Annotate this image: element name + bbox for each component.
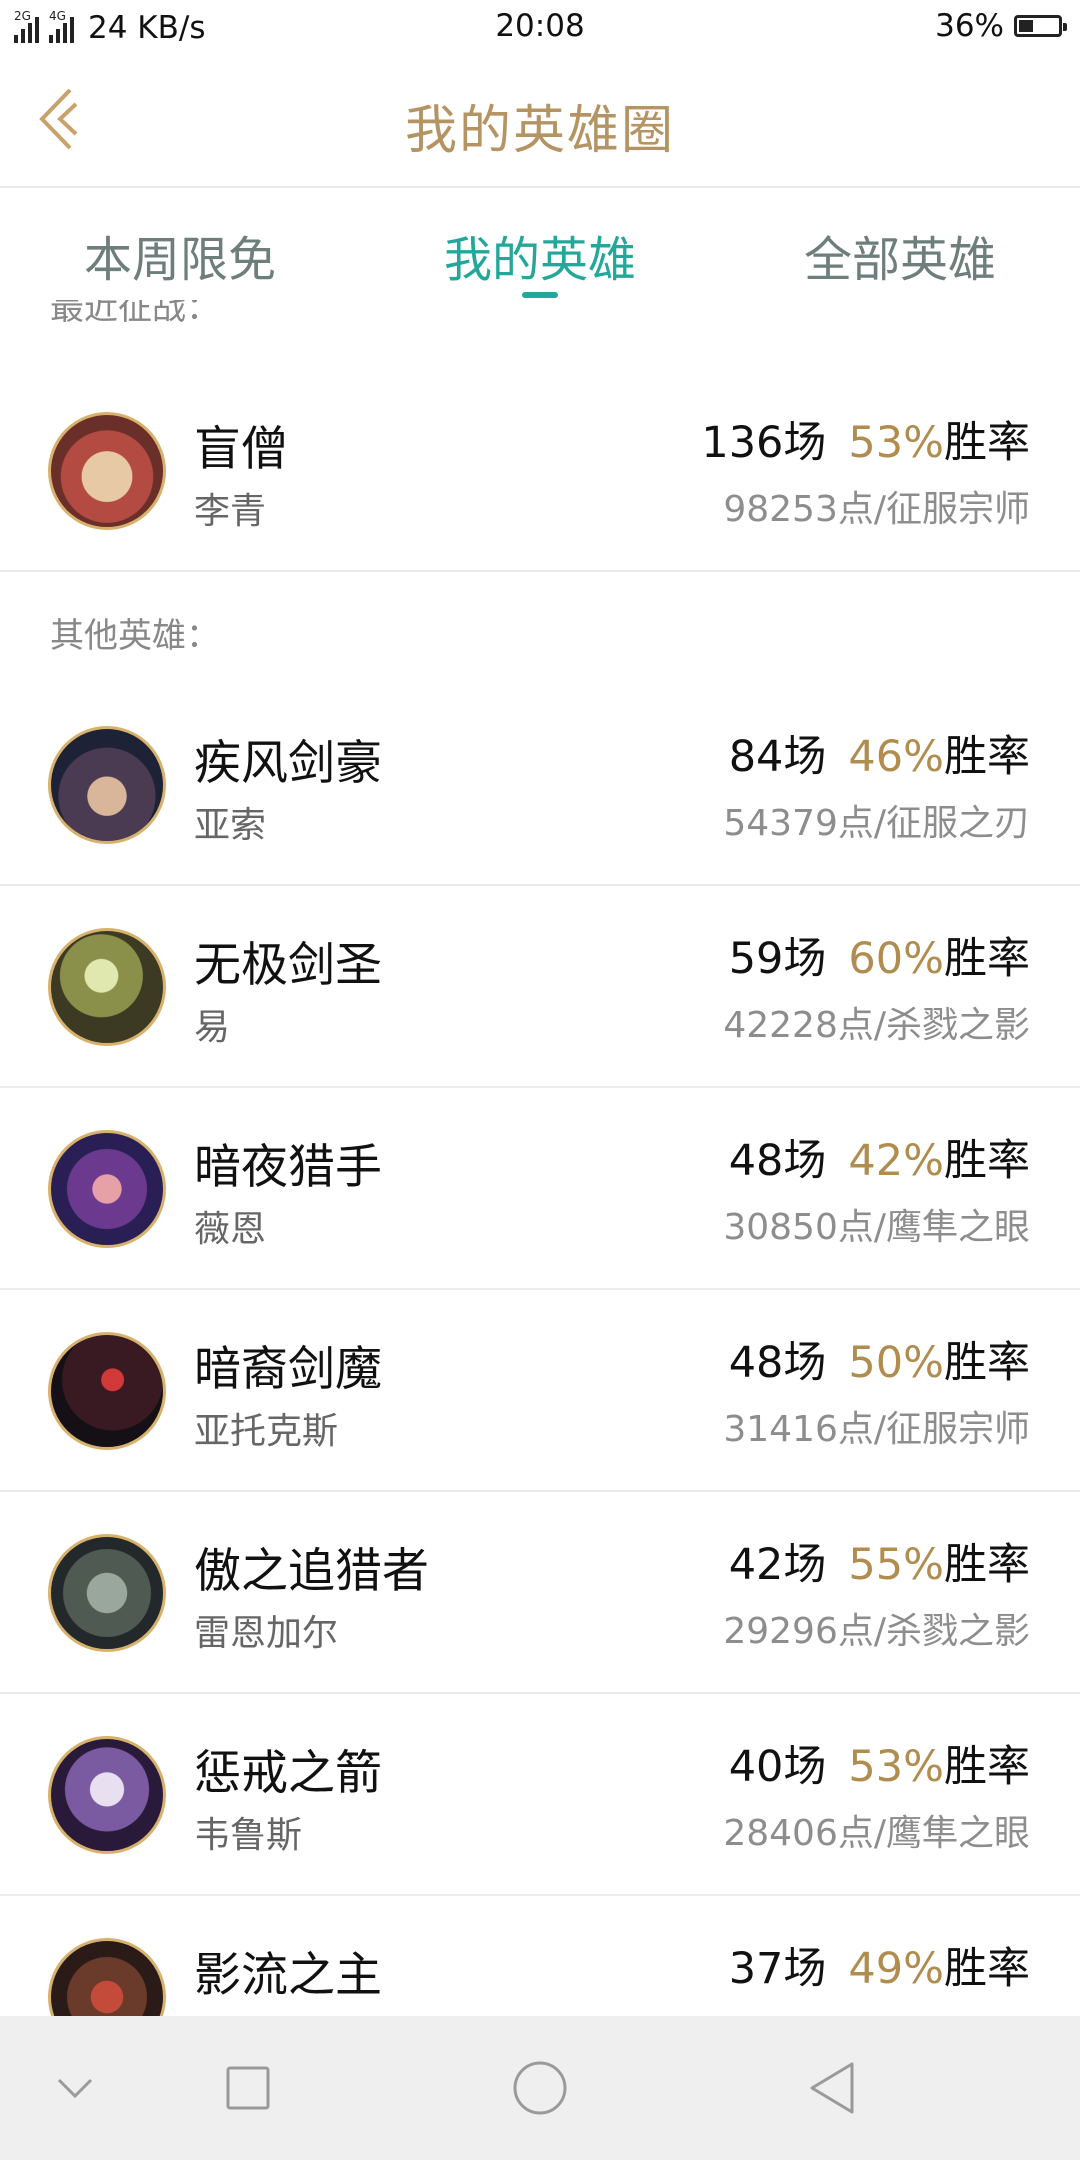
list-item[interactable]: 影流之主 37场 49%胜率 [0, 1896, 1080, 2016]
hero-name: 傲之追猎者 [194, 1544, 429, 1599]
list-item[interactable]: 傲之追猎者 雷恩加尔 42场 55%胜率 29296点/杀戮之影 [0, 1492, 1080, 1694]
nav-hide-button[interactable] [30, 2016, 120, 2160]
list-item[interactable]: 暗夜猎手 薇恩 48场 42%胜率 30850点/鹰隼之眼 [0, 1088, 1080, 1290]
list-item[interactable]: 惩戒之箭 韦鲁斯 40场 53%胜率 28406点/鹰隼之眼 [0, 1694, 1080, 1896]
battery-icon [1014, 15, 1067, 37]
win-percent: 53% [848, 1742, 944, 1792]
hero-name: 暗夜猎手 [194, 1140, 382, 1195]
hero-list-scroll[interactable]: 最近征战： 盲僧 李青 136场 53%胜率 98253点/征服宗师 其他英雄： … [0, 300, 1080, 2016]
tab-label: 全部英雄 [803, 232, 996, 288]
win-percent: 42% [848, 1136, 944, 1186]
win-rate-label: 胜率 [944, 1540, 1030, 1590]
hero-avatar [48, 928, 166, 1046]
hero-points: 42228点/杀戮之影 [723, 1005, 1030, 1046]
hero-avatar [48, 1130, 166, 1248]
chevron-down-icon [57, 2078, 93, 2099]
hero-subname: 李青 [194, 491, 267, 532]
hero-avatar [48, 412, 166, 530]
circle-icon [513, 2061, 567, 2115]
tab-bar: 本周限免 我的英雄 全部英雄 [0, 188, 1080, 300]
win-percent: 50% [848, 1338, 944, 1388]
app-header: 我的英雄圈 [0, 56, 1080, 188]
hero-avatar [48, 1534, 166, 1652]
games-count: 136场 [701, 418, 827, 468]
hero-name: 疾风剑豪 [194, 736, 382, 791]
clock: 20:08 [495, 8, 585, 44]
tab-label: 本周限免 [83, 232, 276, 288]
hero-points: 31416点/征服宗师 [723, 1409, 1030, 1450]
games-count: 42场 [728, 1540, 827, 1590]
hero-name: 无极剑圣 [194, 938, 382, 993]
games-count: 48场 [728, 1136, 827, 1186]
hero-stats: 42场 55%胜率 [729, 1530, 1030, 1592]
hero-points: 54379点/征服之刃 [723, 803, 1030, 844]
hero-name: 暗裔剑魔 [194, 1342, 382, 1397]
win-rate-label: 胜率 [944, 732, 1030, 782]
tab-label: 我的英雄 [443, 232, 636, 288]
hero-name: 惩戒之箭 [194, 1746, 382, 1801]
win-rate-label: 胜率 [944, 418, 1030, 468]
hero-stats: 59场 60%胜率 [729, 924, 1030, 986]
hero-stats: 48场 42%胜率 [729, 1126, 1030, 1188]
list-item[interactable]: 疾风剑豪 亚索 84场 46%胜率 54379点/征服之刃 [0, 684, 1080, 886]
list-item[interactable]: 无极剑圣 易 59场 60%胜率 42228点/杀戮之影 [0, 886, 1080, 1088]
nav-recents-button[interactable] [200, 2016, 296, 2160]
tab-all-heroes[interactable]: 全部英雄 [720, 188, 1080, 300]
hero-stats: 37场 49%胜率 [729, 1934, 1030, 1996]
win-percent: 60% [848, 934, 944, 984]
hero-name: 影流之主 [194, 1948, 382, 2003]
games-count: 48场 [728, 1338, 827, 1388]
status-bar: 2G 4G 24 KB/s 20:08 36% [0, 0, 1080, 56]
tab-active-indicator [522, 292, 558, 298]
triangle-back-icon [810, 2062, 854, 2114]
status-right: 36% [935, 8, 1067, 44]
win-percent: 46% [848, 732, 944, 782]
hero-subname: 亚托克斯 [194, 1411, 339, 1452]
win-rate-label: 胜率 [944, 934, 1030, 984]
hero-subname: 雷恩加尔 [194, 1613, 339, 1654]
win-rate-label: 胜率 [944, 1136, 1030, 1186]
hero-avatar [48, 1938, 166, 2016]
win-percent: 55% [848, 1540, 944, 1590]
hero-subname: 易 [194, 1007, 231, 1048]
hero-stats: 40场 53%胜率 [729, 1732, 1030, 1794]
system-nav-bar [0, 2016, 1080, 2160]
square-icon [226, 2066, 270, 2110]
games-count: 37场 [728, 1944, 827, 1994]
hero-subname: 韦鲁斯 [194, 1815, 303, 1856]
hero-points: 28406点/鹰隼之眼 [723, 1813, 1030, 1854]
tab-my-heroes[interactable]: 我的英雄 [360, 188, 720, 300]
tab-weekly-free[interactable]: 本周限免 [0, 188, 360, 300]
hero-name: 盲僧 [194, 422, 288, 477]
list-item[interactable]: 盲僧 李青 136场 53%胜率 98253点/征服宗师 [0, 370, 1080, 572]
hero-stats: 84场 46%胜率 [729, 722, 1030, 784]
win-rate-label: 胜率 [944, 1944, 1030, 1994]
hero-stats: 48场 50%胜率 [729, 1328, 1030, 1390]
hero-points: 29296点/杀戮之影 [723, 1611, 1030, 1652]
games-count: 40场 [728, 1742, 827, 1792]
hero-subname: 薇恩 [194, 1209, 267, 1250]
hero-subname: 亚索 [194, 805, 267, 846]
battery-percent: 36% [935, 8, 1004, 44]
win-percent: 53% [848, 418, 944, 468]
section-label-recent: 最近征战： [50, 300, 220, 328]
games-count: 59场 [728, 934, 827, 984]
nav-home-button[interactable] [492, 2016, 588, 2160]
hero-points: 98253点/征服宗师 [723, 489, 1030, 530]
win-percent: 49% [848, 1944, 944, 1994]
hero-avatar [48, 726, 166, 844]
page-title: 我的英雄圈 [404, 101, 675, 161]
hero-avatar [48, 1332, 166, 1450]
section-label-other: 其他英雄： [50, 616, 220, 656]
hero-points: 30850点/鹰隼之眼 [723, 1207, 1030, 1248]
games-count: 84场 [728, 732, 827, 782]
win-rate-label: 胜率 [944, 1742, 1030, 1792]
hero-stats: 136场 53%胜率 [701, 408, 1030, 470]
nav-back-button[interactable] [784, 2016, 880, 2160]
win-rate-label: 胜率 [944, 1338, 1030, 1388]
list-item[interactable]: 暗裔剑魔 亚托克斯 48场 50%胜率 31416点/征服宗师 [0, 1290, 1080, 1492]
hero-avatar [48, 1736, 166, 1854]
